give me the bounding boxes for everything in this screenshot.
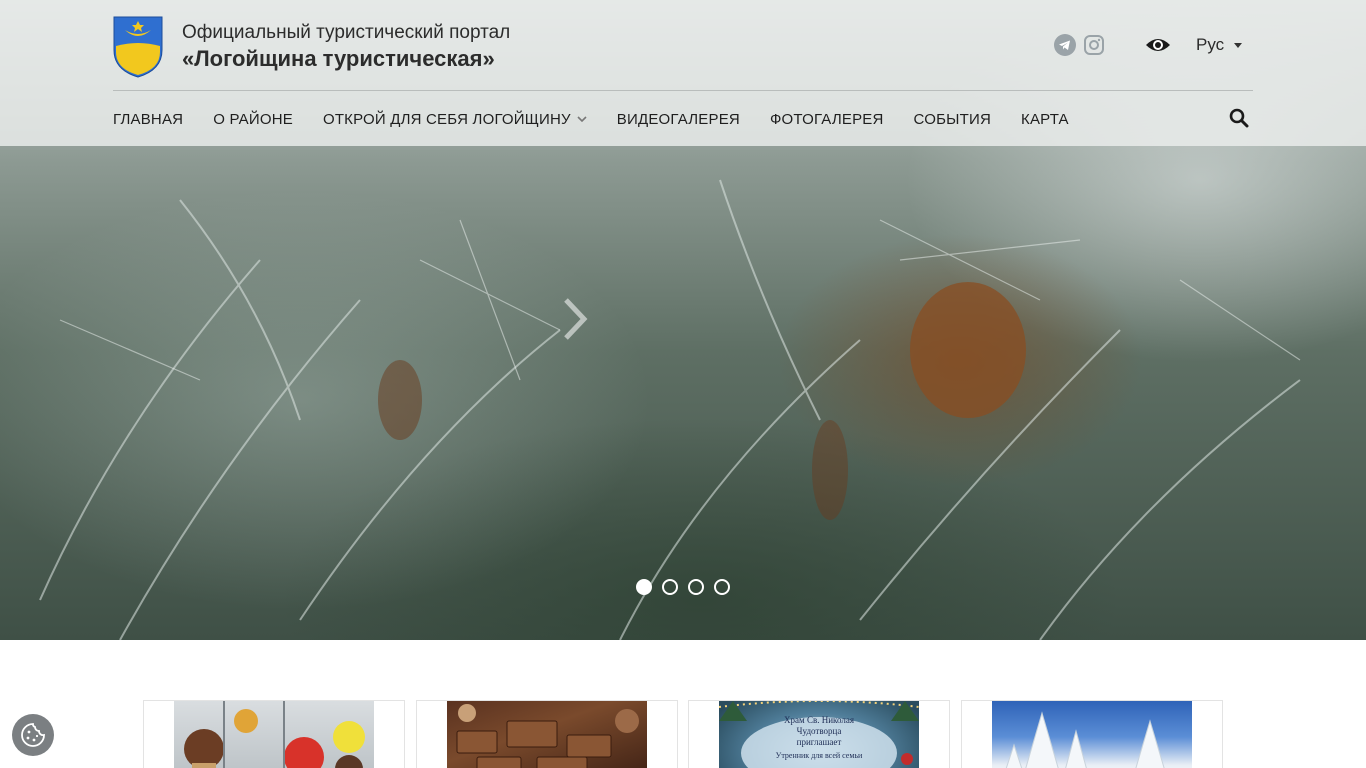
nav-item-label: ОТКРОЙ ДЛЯ СЕБЯ ЛОГОЙЩИНУ bbox=[322, 110, 571, 128]
slider-next-arrow-icon[interactable] bbox=[560, 296, 590, 342]
nav-item-label: О РАЙОНЕ bbox=[213, 110, 293, 128]
card-thumbnail[interactable] bbox=[174, 701, 374, 768]
nav-item-label: ВИДЕОГАЛЕРЕЯ bbox=[616, 110, 740, 128]
language-selector[interactable]: Рус bbox=[1196, 35, 1224, 55]
chevron-down-icon bbox=[577, 116, 587, 122]
nav-item-label: ФОТОГАЛЕРЕЯ bbox=[769, 110, 884, 128]
card-thumbnail[interactable] bbox=[447, 701, 647, 768]
telegram-icon[interactable] bbox=[1054, 34, 1076, 56]
nav-item-label: КАРТА bbox=[1021, 110, 1069, 128]
slider-pagination bbox=[636, 579, 740, 595]
news-card[interactable]: Храм Св. Николая Чудотворца приглашает У… bbox=[688, 700, 950, 768]
site-title-line1: Официальный туристический портал bbox=[182, 22, 511, 43]
nav-item-videogallery[interactable]: ВИДЕОГАЛЕРЕЯ bbox=[617, 111, 740, 128]
card-thumbnail[interactable] bbox=[992, 701, 1192, 768]
chocolates-image bbox=[456, 704, 639, 768]
nav-item-photogallery[interactable]: ФОТОГАЛЕРЕЯ bbox=[770, 111, 884, 128]
ice-cream-figures-image bbox=[184, 701, 365, 768]
nav-item-home[interactable]: ГЛАВНАЯ bbox=[113, 111, 183, 128]
card-thumbnail[interactable]: Храм Св. Николая Чудотворца приглашает У… bbox=[719, 701, 919, 768]
nav-item-events[interactable]: СОБЫТИЯ bbox=[914, 111, 991, 128]
card-thumbnail-text: Утренник для всей семьи bbox=[775, 751, 863, 760]
slider-dot-4[interactable] bbox=[714, 579, 730, 595]
nav-item-about[interactable]: О РАЙОНЕ bbox=[213, 111, 293, 128]
coat-of-arms-logo[interactable] bbox=[113, 16, 163, 78]
header-divider bbox=[113, 90, 1253, 91]
nav-item-map[interactable]: КАРТА bbox=[1021, 111, 1069, 128]
site-title-line2[interactable]: «Логойщина туристическая» bbox=[182, 46, 495, 72]
snowy-trees-image bbox=[1005, 711, 1165, 768]
news-card[interactable] bbox=[416, 700, 678, 768]
instagram-icon[interactable] bbox=[1083, 34, 1105, 56]
cookie-icon bbox=[21, 723, 45, 747]
nav-item-label: ГЛАВНАЯ bbox=[113, 110, 184, 128]
card-thumbnail-text: Чудотворца bbox=[796, 726, 842, 736]
nav-item-label: СОБЫТИЯ bbox=[913, 110, 992, 128]
slider-dot-1[interactable] bbox=[636, 579, 652, 595]
accessibility-eye-icon[interactable] bbox=[1145, 36, 1171, 54]
slider-dot-3[interactable] bbox=[688, 579, 704, 595]
card-thumbnail-text: приглашает bbox=[796, 737, 842, 747]
site-header: Официальный туристический портал «Логойщ… bbox=[0, 0, 1366, 146]
card-thumbnail-text: Храм Св. Николая bbox=[784, 715, 854, 725]
news-card[interactable] bbox=[961, 700, 1223, 768]
news-card[interactable] bbox=[143, 700, 405, 768]
main-nav: ГЛАВНАЯ О РАЙОНЕ ОТКРОЙ ДЛЯ СЕБЯ ЛОГОЙЩИ… bbox=[113, 108, 1099, 130]
caret-down-icon[interactable] bbox=[1234, 43, 1242, 48]
cookie-settings-button[interactable] bbox=[12, 714, 54, 756]
search-icon[interactable] bbox=[1229, 108, 1249, 128]
slider-dot-2[interactable] bbox=[662, 579, 678, 595]
nav-item-discover[interactable]: ОТКРОЙ ДЛЯ СЕБЯ ЛОГОЙЩИНУ bbox=[323, 111, 587, 128]
